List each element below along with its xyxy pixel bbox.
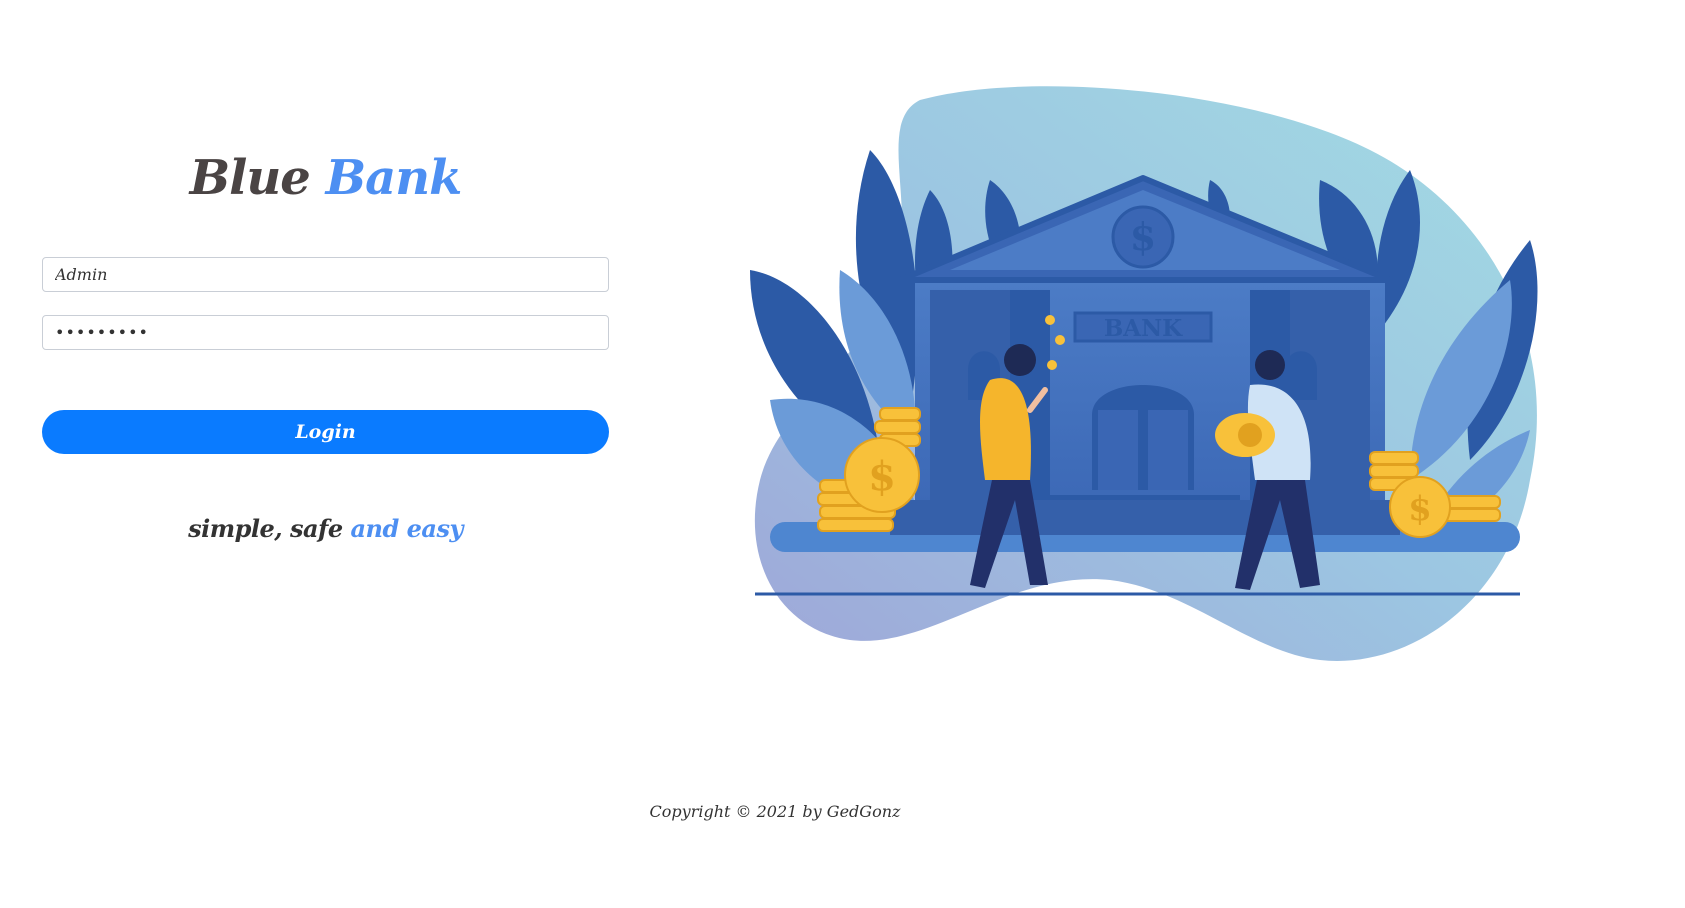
password-input[interactable] [42, 315, 609, 350]
brand-word-bank: Bank [325, 150, 463, 206]
tagline-part-and-easy: and easy [350, 514, 464, 543]
coin-right-dollar: $ [1408, 489, 1432, 529]
app-logo: Blue Bank [42, 150, 609, 206]
pediment-dollar: $ [1130, 214, 1156, 259]
bank-sign-text: BANK [1104, 315, 1183, 342]
username-input[interactable] [42, 257, 609, 292]
copyright-footer: Copyright © 2021 by GedGonz [649, 802, 901, 821]
coin-left-dollar: $ [868, 453, 896, 500]
login-button[interactable]: Login [42, 410, 609, 454]
tagline: simple, safe and easy [42, 514, 609, 543]
brand-word-blue: Blue [189, 150, 311, 206]
tagline-part-simple-safe: simple, safe [188, 514, 351, 543]
bank-illustration: $ BANK $ $ [750, 86, 1538, 661]
